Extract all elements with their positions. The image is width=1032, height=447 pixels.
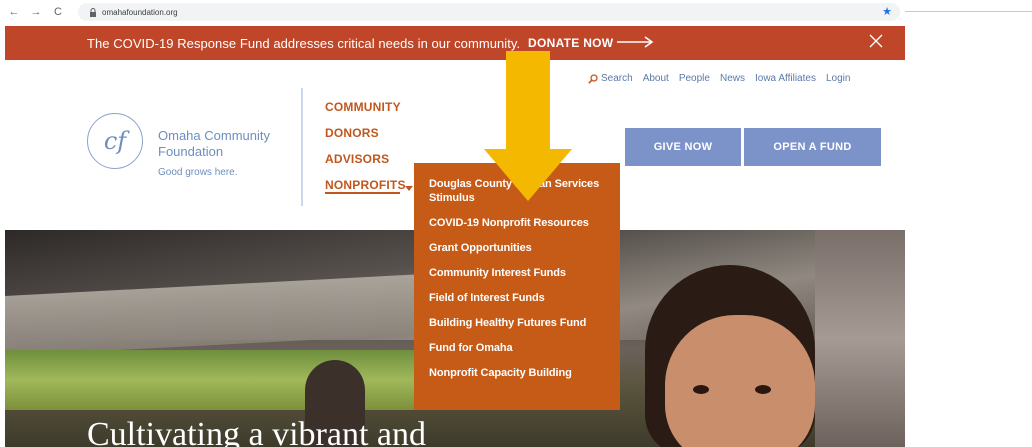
nav-item-donors[interactable]: DONORS bbox=[325, 126, 401, 152]
hero-background-right bbox=[815, 230, 905, 447]
dropdown-item-covid-resources[interactable]: COVID-19 Nonprofit Resources bbox=[429, 216, 620, 230]
covid-banner: The COVID-19 Response Fund addresses cri… bbox=[5, 26, 905, 60]
dropdown-item-field-of-interest-funds[interactable]: Field of Interest Funds bbox=[429, 291, 620, 305]
arrow-right-icon[interactable] bbox=[617, 35, 655, 49]
hero-headline: Cultivating a vibrant and bbox=[87, 416, 426, 447]
back-icon[interactable]: ← bbox=[6, 4, 22, 20]
url-text: omahafoundation.org bbox=[102, 7, 178, 17]
banner-message: The COVID-19 Response Fund addresses cri… bbox=[87, 36, 521, 51]
nav-item-community[interactable]: COMMUNITY bbox=[325, 100, 401, 126]
reload-icon[interactable]: C bbox=[50, 4, 66, 20]
search-link[interactable]: Search bbox=[588, 73, 633, 84]
dropdown-item-fund-for-omaha[interactable]: Fund for Omaha bbox=[429, 341, 620, 355]
hero-girl-eye bbox=[693, 385, 709, 394]
utility-item-login[interactable]: Login bbox=[826, 73, 850, 84]
nav-item-advisors[interactable]: ADVISORS bbox=[325, 152, 401, 178]
search-icon bbox=[588, 73, 598, 84]
browser-toolbar: ← → C omahafoundation.org ★ bbox=[0, 0, 905, 24]
dropdown-caret-icon bbox=[405, 186, 413, 191]
logo-mark[interactable]: cf bbox=[87, 113, 143, 169]
dropdown-item-community-interest-funds[interactable]: Community Interest Funds bbox=[429, 266, 620, 280]
utility-nav: Search About People News Iowa Affiliates… bbox=[588, 73, 860, 84]
open-a-fund-button[interactable]: OPEN A FUND bbox=[744, 128, 881, 166]
search-label: Search bbox=[601, 73, 633, 84]
nav-item-nonprofits[interactable]: NONPROFITS bbox=[325, 178, 405, 194]
lock-icon bbox=[88, 7, 98, 17]
hero-girl-eye bbox=[755, 385, 771, 394]
utility-item-about[interactable]: About bbox=[643, 73, 669, 84]
dropdown-item-grant-opportunities[interactable]: Grant Opportunities bbox=[429, 241, 620, 255]
annotation-arrow-icon bbox=[484, 51, 572, 201]
utility-item-iowa-affiliates[interactable]: Iowa Affiliates bbox=[755, 73, 816, 84]
donate-now-link[interactable]: DONATE NOW bbox=[528, 36, 613, 50]
logo-name[interactable]: Omaha Community Foundation bbox=[158, 128, 298, 160]
chrome-divider bbox=[905, 11, 1032, 12]
utility-item-people[interactable]: People bbox=[679, 73, 710, 84]
logo-monogram: cf bbox=[103, 127, 127, 155]
address-bar[interactable]: omahafoundation.org ★ bbox=[78, 3, 900, 21]
close-icon[interactable] bbox=[869, 34, 883, 48]
hero-girl-face bbox=[665, 315, 815, 447]
utility-item-news[interactable]: News bbox=[720, 73, 745, 84]
bookmark-star-icon[interactable]: ★ bbox=[882, 5, 892, 18]
dropdown-item-building-healthy-futures[interactable]: Building Healthy Futures Fund bbox=[429, 316, 620, 330]
hero-greenery bbox=[5, 350, 435, 410]
header-divider bbox=[301, 88, 303, 206]
forward-icon[interactable]: → bbox=[28, 4, 44, 20]
logo-tagline: Good grows here. bbox=[158, 167, 238, 178]
dropdown-item-capacity-building[interactable]: Nonprofit Capacity Building bbox=[429, 366, 620, 380]
give-now-button[interactable]: GIVE NOW bbox=[625, 128, 741, 166]
main-nav: COMMUNITY DONORS ADVISORS NONPROFITS bbox=[325, 100, 413, 194]
